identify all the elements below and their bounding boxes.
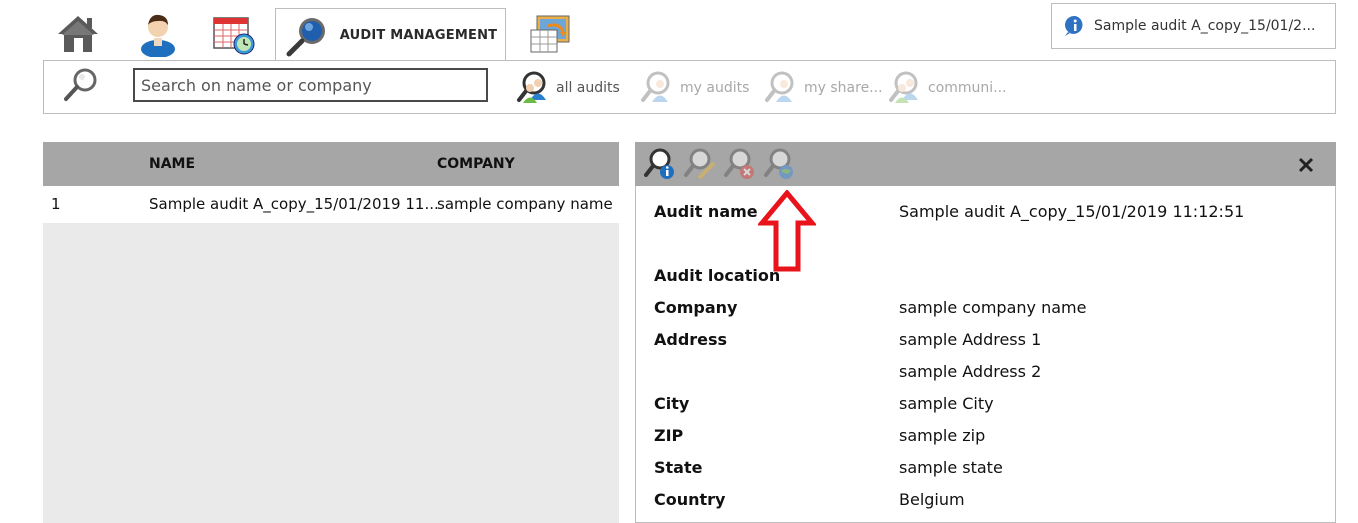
sync-icon xyxy=(530,15,570,53)
company-label: Company xyxy=(654,298,738,317)
filter-all-audits[interactable]: all audits xyxy=(516,70,620,106)
tab-user[interactable] xyxy=(136,6,180,62)
column-header-company[interactable]: COMPANY xyxy=(437,156,515,172)
audit-list: NAME COMPANY 1 Sample audit A_copy_15/01… xyxy=(43,142,619,523)
home-icon xyxy=(58,16,98,52)
row-name: Sample audit A_copy_15/01/2019 11... xyxy=(149,195,439,213)
table-row[interactable]: 1 Sample audit A_copy_15/01/2019 11... s… xyxy=(43,186,619,223)
city-label: City xyxy=(654,394,690,413)
audit-name-value: Sample audit A_copy_15/01/2019 11:12:51 xyxy=(899,202,1245,221)
audit-edit-icon xyxy=(684,148,716,180)
search-icon xyxy=(64,68,97,101)
row-index: 1 xyxy=(51,195,61,213)
current-audit-name: Sample audit A_copy_15/01/2... xyxy=(1094,18,1316,34)
tab-planning[interactable] xyxy=(211,6,257,62)
highlight-arrow xyxy=(758,190,816,272)
audit-info-icon xyxy=(644,148,674,179)
audit-list-header: NAME COMPANY xyxy=(43,142,619,186)
audit-delete-icon xyxy=(724,148,754,179)
search-input[interactable] xyxy=(133,68,488,102)
calendar-clock-icon xyxy=(213,17,255,55)
audit-edit-button[interactable] xyxy=(683,147,717,181)
tab-home[interactable] xyxy=(55,6,101,62)
tab-audit-management-label: AUDIT MANAGEMENT xyxy=(339,28,498,43)
search-button[interactable] xyxy=(60,66,100,104)
country-label: Country xyxy=(654,490,726,509)
company-value: sample company name xyxy=(899,298,1087,317)
address-label: Address xyxy=(654,330,728,349)
filter-my-audits[interactable]: my audits xyxy=(640,70,749,106)
audit-info-button[interactable] xyxy=(643,147,677,181)
audit-share-icon xyxy=(764,148,793,179)
community-icon xyxy=(889,71,918,103)
user-icon xyxy=(141,14,175,57)
audit-delete-button[interactable] xyxy=(723,147,757,181)
my-shared-icon xyxy=(765,71,794,102)
filter-community-label: communi... xyxy=(928,80,1007,96)
state-label: State xyxy=(654,458,703,477)
row-company: sample company name xyxy=(437,195,613,213)
close-button[interactable] xyxy=(1297,156,1315,174)
audit-location-heading: Audit location xyxy=(654,266,781,285)
address-value-2: sample Address 2 xyxy=(899,362,1042,381)
tab-audit-management[interactable]: AUDIT MANAGEMENT xyxy=(275,8,506,62)
my-audits-icon xyxy=(641,71,670,102)
audit-share-button[interactable] xyxy=(763,147,797,181)
filter-my-shared-label: my share... xyxy=(804,80,883,96)
country-value: Belgium xyxy=(899,490,965,509)
filter-community[interactable]: communi... xyxy=(888,70,1007,106)
all-audits-icon xyxy=(517,71,546,103)
zip-value: sample zip xyxy=(899,426,986,445)
address-value-1: sample Address 1 xyxy=(899,330,1042,349)
filter-my-shared[interactable]: my share... xyxy=(764,70,883,106)
audit-detail-toolbar xyxy=(635,142,1336,186)
magnifier-icon xyxy=(286,17,325,56)
filter-my-audits-label: my audits xyxy=(680,80,750,96)
filter-all-audits-label: all audits xyxy=(556,80,620,96)
close-icon xyxy=(1298,157,1314,173)
info-icon xyxy=(1065,15,1083,36)
column-header-name[interactable]: NAME xyxy=(149,156,195,172)
audit-name-label: Audit name xyxy=(654,202,758,221)
tab-sync[interactable] xyxy=(527,6,573,62)
zip-label: ZIP xyxy=(654,426,684,445)
current-audit-info[interactable]: Sample audit A_copy_15/01/2... xyxy=(1051,3,1336,49)
city-value: sample City xyxy=(899,394,994,413)
state-value: sample state xyxy=(899,458,1003,477)
